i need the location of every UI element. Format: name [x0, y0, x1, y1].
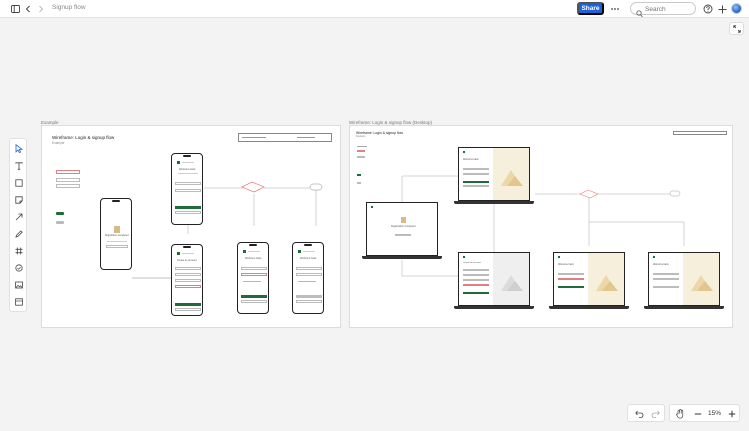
laptop-welcome-back-error[interactable]: Welcome back	[549, 252, 629, 310]
help-circle-icon[interactable]	[702, 3, 714, 15]
document-title[interactable]: Signup flow	[52, 4, 86, 11]
text-icon	[15, 157, 23, 175]
phone-create-account[interactable]: Create an account	[171, 244, 203, 316]
pen-icon	[15, 225, 23, 243]
sidebar-toggle-icon[interactable]	[9, 3, 21, 15]
share-button[interactable]: Share	[577, 2, 604, 15]
search-field[interactable]	[630, 2, 696, 15]
text-tool[interactable]	[13, 160, 24, 171]
welcome-title: Welcome back	[558, 263, 574, 266]
registration-title: Registration completed	[105, 235, 129, 237]
legend-primary	[56, 212, 64, 215]
image-icon	[15, 276, 23, 294]
laptop-welcome-back-disabled[interactable]: Welcome back	[644, 252, 724, 310]
welcome-title: Welcome back	[653, 263, 669, 266]
stamp-tool[interactable]	[13, 262, 24, 273]
frame-icon	[15, 242, 23, 260]
arrow-tool[interactable]	[13, 211, 24, 222]
legend-secondary	[56, 221, 64, 224]
top-bar: Signup flow Share	[0, 0, 749, 18]
welcome-title: Welcome back	[463, 158, 479, 161]
note-field	[56, 184, 80, 188]
example-frame[interactable]: Wireframe: Login & signup flow Example ·…	[41, 125, 341, 328]
plus-icon[interactable]	[716, 3, 728, 15]
zoom-controls: 15%	[669, 404, 740, 422]
chevron-right-icon[interactable]	[35, 3, 47, 15]
undo-icon[interactable]	[633, 408, 645, 420]
registration-title: Registration completed	[391, 225, 415, 228]
history-controls	[627, 404, 665, 422]
note-heading: ·	[55, 162, 56, 166]
select-tool[interactable]	[13, 143, 24, 154]
hand-icon[interactable]	[674, 408, 686, 420]
tool-palette	[9, 138, 27, 312]
minus-icon[interactable]	[692, 408, 704, 420]
arrow-icon	[15, 208, 23, 226]
laptop-registration-completed[interactable]: Registration completed	[362, 202, 442, 260]
phone-welcome-back-error[interactable]: Welcome back	[237, 242, 269, 314]
avatar[interactable]	[731, 3, 742, 14]
search-icon	[636, 5, 643, 23]
cursor-icon	[15, 140, 23, 158]
plus-icon[interactable]	[726, 408, 738, 420]
canvas-controls: 15%	[627, 404, 740, 422]
pen-tool[interactable]	[13, 228, 24, 239]
phone-registration-completed[interactable]: Registration completed	[100, 198, 132, 270]
sticky-note-tool[interactable]	[13, 194, 24, 205]
expand-icon	[733, 20, 741, 38]
error-field	[56, 170, 80, 174]
phone-welcome-back-disabled[interactable]: Welcome back	[292, 242, 324, 314]
image-tool[interactable]	[13, 279, 24, 290]
layout-icon	[15, 293, 23, 311]
welcome-title: Welcome back	[245, 257, 261, 260]
create-account-title: Create an account	[463, 262, 481, 264]
zoom-level[interactable]: 15%	[708, 410, 721, 417]
redo-icon[interactable]	[649, 408, 661, 420]
success-illustration	[114, 226, 120, 233]
note-field	[56, 178, 80, 182]
sticky-note-icon	[15, 191, 23, 209]
component-tool[interactable]	[13, 296, 24, 307]
laptop-welcome-back[interactable]: Welcome back	[454, 147, 534, 205]
desktop-frame[interactable]: Wireframe: Login & signup flow Desktop R…	[349, 125, 733, 328]
chevron-left-icon[interactable]	[22, 3, 34, 15]
phone-welcome-back[interactable]: Welcome back	[171, 153, 203, 225]
welcome-title: Welcome back	[179, 168, 195, 171]
rectangle-icon	[15, 174, 23, 192]
frame-tool[interactable]	[13, 245, 24, 256]
rectangle-tool[interactable]	[13, 177, 24, 188]
create-account-title: Create an account	[177, 259, 197, 262]
more-horizontal-icon[interactable]	[609, 3, 621, 15]
laptop-create-account[interactable]: Create an account	[454, 252, 534, 310]
fullscreen-button[interactable]	[729, 22, 744, 35]
welcome-title: Welcome back	[300, 257, 316, 260]
search-input[interactable]	[645, 4, 693, 14]
stamp-icon	[15, 259, 23, 277]
